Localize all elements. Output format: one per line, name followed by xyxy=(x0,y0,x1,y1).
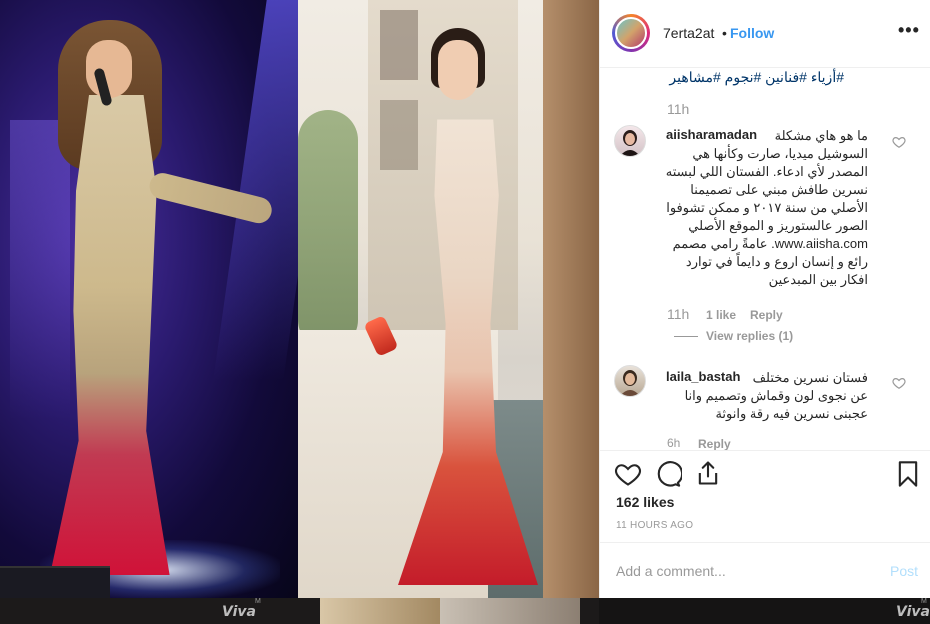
action-bar xyxy=(600,450,930,495)
bookmark-icon[interactable] xyxy=(894,460,922,488)
post-image-left xyxy=(0,0,298,598)
follow-button[interactable]: Follow xyxy=(730,25,774,41)
caption-time[interactable]: 11h xyxy=(667,101,689,117)
reply-link[interactable]: Reply xyxy=(750,308,783,322)
building-window xyxy=(380,100,418,170)
comment-time[interactable]: 6h xyxy=(667,436,680,450)
post-timestamp[interactable]: 11 HOURS AGO xyxy=(616,520,693,531)
username[interactable]: 7erta2at xyxy=(663,25,714,41)
comment-text: ما هو هاي مشكلة السوشيل ميديا، صارت وكأن… xyxy=(664,127,868,289)
post-comment-button[interactable]: Post xyxy=(890,563,918,579)
caption-hashtags[interactable]: #أزياء #فنانين #نجوم #مشاهير xyxy=(614,69,844,86)
model-face xyxy=(438,40,478,100)
view-replies-link[interactable]: View replies (1) xyxy=(706,329,793,343)
strip-thumbnail xyxy=(440,598,580,624)
post-image-right xyxy=(298,0,599,598)
add-comment-bar: Post xyxy=(600,542,930,599)
comment-text-body: ما هو هاي مشكلة السوشيل ميديا، صارت وكأن… xyxy=(665,128,868,287)
palm-tree xyxy=(298,110,358,350)
avatar[interactable] xyxy=(612,14,650,52)
post-header: 7erta2at • Follow ••• xyxy=(600,0,930,68)
comment-text: فستان نسرين مختلف عن نجوى لون وقماش وتصم… xyxy=(664,369,868,423)
comment-input[interactable] xyxy=(616,561,866,581)
watermark: Viva xyxy=(222,604,256,620)
comments-list[interactable]: #أزياء #فنانين #نجوم #مشاهير 11h aiishar… xyxy=(600,67,930,450)
comment-time[interactable]: 11h xyxy=(667,306,689,322)
comment-likes[interactable]: 1 like xyxy=(706,308,736,322)
watermark: Viva xyxy=(896,604,930,620)
wooden-pillar xyxy=(543,0,599,598)
comment-icon[interactable] xyxy=(654,460,682,488)
stage-light-secondary xyxy=(10,120,70,420)
separator-dot: • xyxy=(722,25,727,41)
avatar-image xyxy=(615,17,647,49)
likes-count[interactable]: 162 likes xyxy=(616,494,674,510)
bottom-strip-right xyxy=(599,598,930,624)
building-window xyxy=(380,10,418,80)
replies-divider xyxy=(674,336,698,337)
like-comment-icon[interactable] xyxy=(892,376,906,390)
avatar[interactable] xyxy=(614,125,646,157)
post-panel: 7erta2at • Follow ••• #أزياء #فنانين #نج… xyxy=(599,0,930,598)
stage-monitor xyxy=(0,566,110,598)
avatar[interactable] xyxy=(614,365,646,397)
more-options-icon[interactable]: ••• xyxy=(898,20,920,41)
comment-text-body: فستان نسرين مختلف عن نجوى لون وقماش وتصم… xyxy=(684,370,868,421)
avatar-image xyxy=(620,130,640,156)
reply-link[interactable]: Reply xyxy=(698,437,731,450)
like-comment-icon[interactable] xyxy=(892,135,906,149)
strip-thumbnail xyxy=(320,598,440,624)
heart-icon[interactable] xyxy=(614,460,642,488)
avatar-image xyxy=(620,370,640,396)
share-icon[interactable] xyxy=(694,459,722,487)
